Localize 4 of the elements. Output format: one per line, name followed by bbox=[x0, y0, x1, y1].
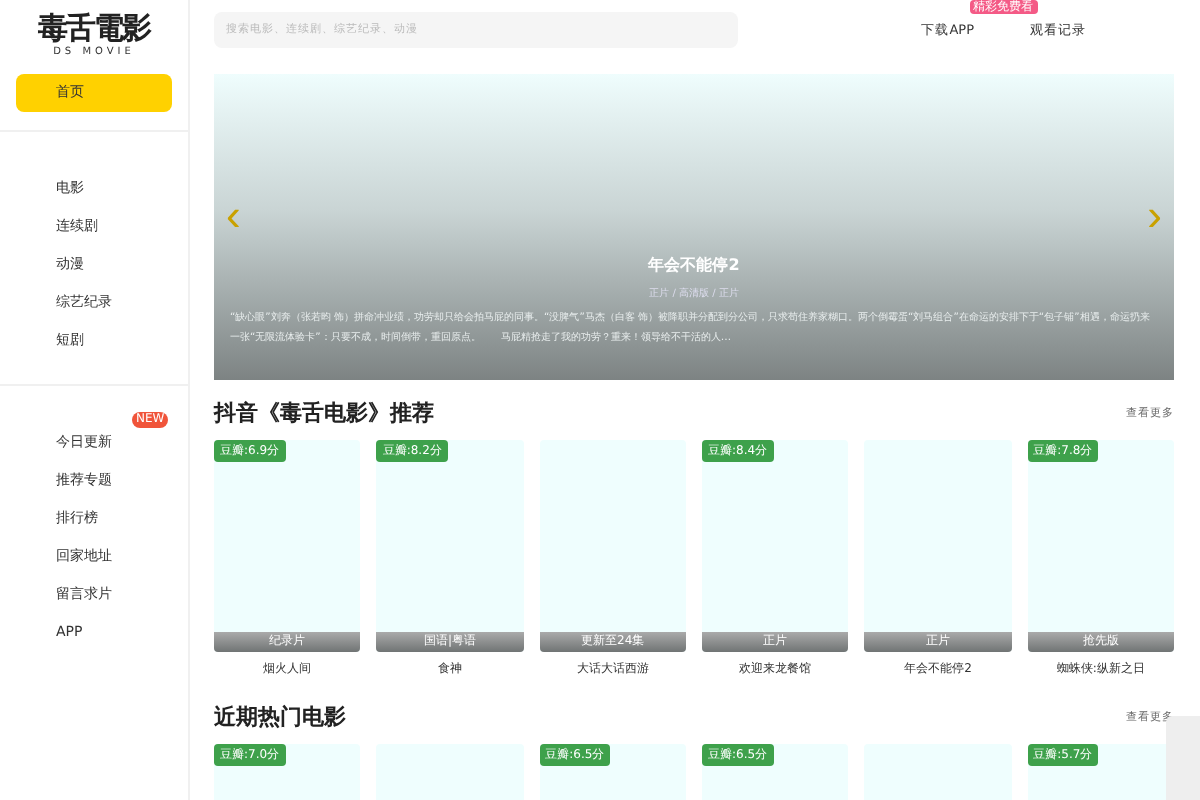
logo-title: 毒舌電影 bbox=[38, 12, 150, 46]
section-title: 近期热门电影 bbox=[214, 701, 346, 731]
banner-title: 年会不能停2 bbox=[648, 254, 740, 276]
section-title: 抖音《毒舌电影》推荐 bbox=[214, 397, 434, 427]
